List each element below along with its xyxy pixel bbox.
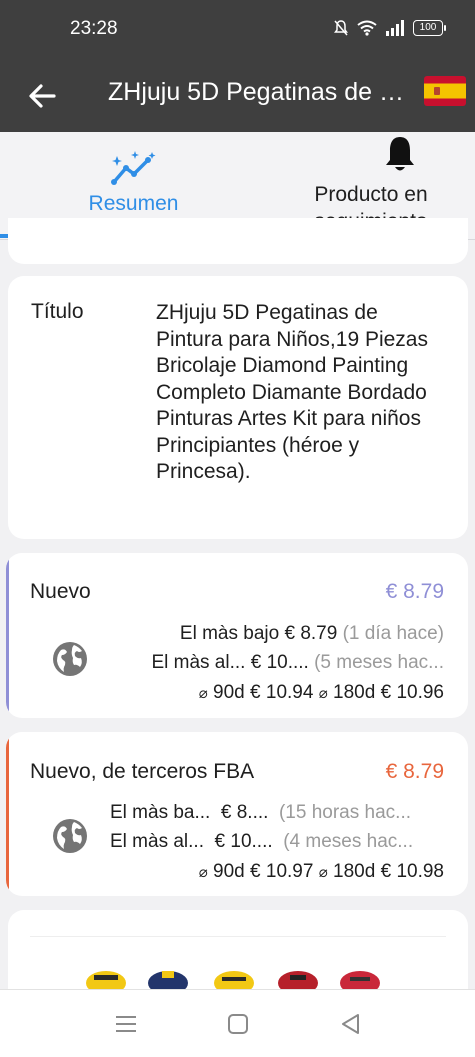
lowest-price: € 8.79: [284, 623, 338, 644]
highest-when: (5 meses hac...: [314, 652, 444, 673]
wifi-icon: [357, 20, 377, 36]
avg90-value: € 10.97: [250, 861, 314, 882]
status-bar: 23:28 100: [0, 0, 475, 62]
spain-flag-icon[interactable]: [424, 76, 466, 106]
title-label: Título: [31, 300, 84, 323]
highest-price: € 10....: [214, 831, 273, 852]
average-icon: ⌀: [198, 685, 208, 702]
product-image-card[interactable]: [8, 910, 468, 1001]
accent-bar: [6, 732, 9, 896]
battery-icon: 100: [413, 20, 446, 36]
back-nav-icon[interactable]: [337, 1010, 365, 1038]
globe-icon[interactable]: [52, 818, 88, 854]
home-nav-icon[interactable]: [224, 1010, 252, 1038]
lowest-price: € 8....: [220, 802, 269, 823]
globe-icon[interactable]: [52, 641, 88, 677]
trend-sparkle-icon: [111, 151, 156, 185]
price-type-label: Nuevo: [30, 580, 91, 603]
lowest-when: (1 día hace): [342, 623, 444, 644]
app-bar: ZHjuju 5D Pegatinas de Pintura para Niño…: [0, 62, 475, 132]
accent-bar: [6, 553, 9, 718]
highest-price: € 10....: [250, 652, 309, 673]
title-card: Título ZHjuju 5D Pegatinas de Pintura pa…: [8, 276, 468, 539]
bell-icon: [386, 137, 414, 171]
avg90-label: 90d: [213, 861, 245, 882]
avg180-value: € 10.98: [380, 861, 444, 882]
average-icon: ⌀: [198, 864, 208, 881]
average-icon: ⌀: [318, 685, 328, 702]
status-icons: 100: [333, 19, 446, 37]
signal-icon: [386, 20, 404, 36]
title-value: ZHjuju 5D Pegatinas de Pintura para Niño…: [156, 301, 428, 483]
avg90-label: 90d: [213, 682, 245, 703]
avg180-label: 180d: [333, 682, 376, 703]
current-price: € 8.79: [385, 580, 444, 603]
highest-when: (4 meses hac...: [283, 831, 414, 852]
avg180-label: 180d: [333, 861, 376, 882]
tab-resumen-label: Resumen: [88, 192, 179, 215]
avg90-value: € 10.94: [250, 682, 314, 703]
system-nav-bar: [0, 989, 475, 1057]
menu-nav-icon[interactable]: [112, 1010, 140, 1038]
highest-label: El màs al...: [110, 831, 204, 852]
page-title: ZHjuju 5D Pegatinas de Pintura para Niño…: [108, 78, 414, 106]
back-button[interactable]: [22, 76, 62, 116]
price-type-label: Nuevo, de terceros FBA: [30, 760, 255, 783]
arrow-left-icon: [29, 84, 56, 108]
price-card-fba[interactable]: Nuevo, de terceros FBA € 8.79 El màs ba.…: [6, 732, 468, 896]
summary-card-partial: [8, 218, 468, 264]
lowest-label: El màs ba...: [110, 802, 211, 823]
average-icon: ⌀: [318, 864, 328, 881]
lowest-when: (15 horas hac...: [278, 802, 412, 823]
highest-label: El màs al...: [151, 652, 246, 673]
status-time: 23:28: [70, 18, 118, 39]
price-card-nuevo[interactable]: Nuevo € 8.79 El màs bajo € 8.79 (1 día h…: [6, 553, 468, 718]
current-price: € 8.79: [385, 760, 444, 783]
avg180-value: € 10.96: [380, 682, 444, 703]
mute-bell-icon: [334, 20, 348, 36]
lowest-label: El màs bajo: [179, 623, 280, 644]
